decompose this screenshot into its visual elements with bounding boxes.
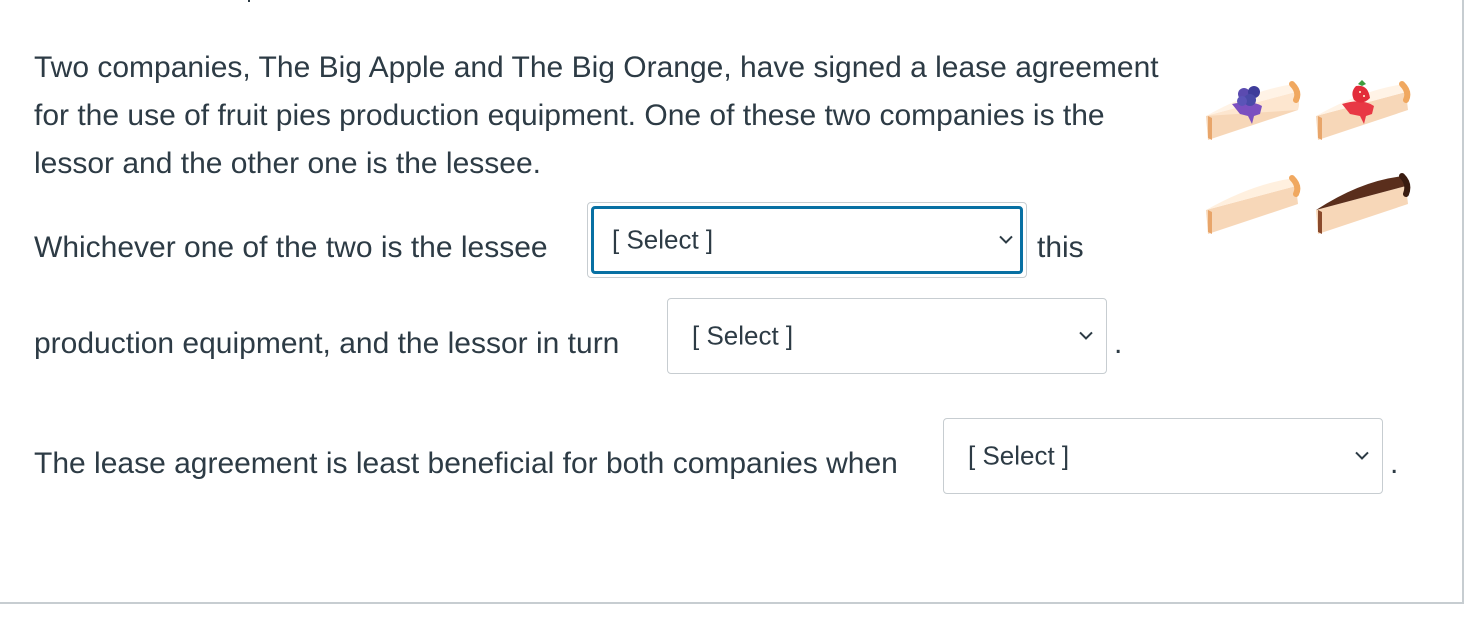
dropdown-value: [ Select ] <box>692 320 794 351</box>
pie-illustration <box>1196 68 1416 248</box>
least-beneficial-dropdown[interactable]: [ Select ] <box>943 418 1383 494</box>
lessor-dropdown[interactable]: [ Select ] <box>667 298 1107 374</box>
strawberry-pie-icon <box>1316 80 1411 140</box>
blueberry-pie-icon <box>1206 81 1301 140</box>
sentence3-suffix: . <box>1390 447 1399 480</box>
lessee-dropdown[interactable]: [ Select ] <box>587 202 1027 278</box>
sentence2-suffix: . <box>1114 327 1123 360</box>
intro-line: Two companies, The Big Apple and The Big… <box>34 51 1159 84</box>
cheesecake-pie-icon <box>1206 175 1301 234</box>
question-intro: Two companies, The Big Apple and The Big… <box>34 44 1194 188</box>
sentence2-prefix: production equipment, and the lessor in … <box>34 327 620 360</box>
dropdown-value: [ Select ] <box>612 224 714 255</box>
chevron-down-icon <box>999 235 1013 244</box>
chevron-down-icon <box>1355 451 1369 460</box>
sentence3-prefix: The lease agreement is least beneficial … <box>34 447 898 480</box>
chevron-down-icon <box>1079 331 1093 340</box>
sentence1-prefix: Whichever one of the two is the lessee <box>34 231 548 264</box>
dropdown-value: [ Select ] <box>968 440 1070 471</box>
intro-line: lessor and the other one is the lessee. <box>34 147 541 180</box>
sentence1-suffix: this <box>1037 231 1084 264</box>
chocolate-pie-icon <box>1316 173 1411 234</box>
intro-line: for the use of fruit pies production equ… <box>34 99 1105 132</box>
